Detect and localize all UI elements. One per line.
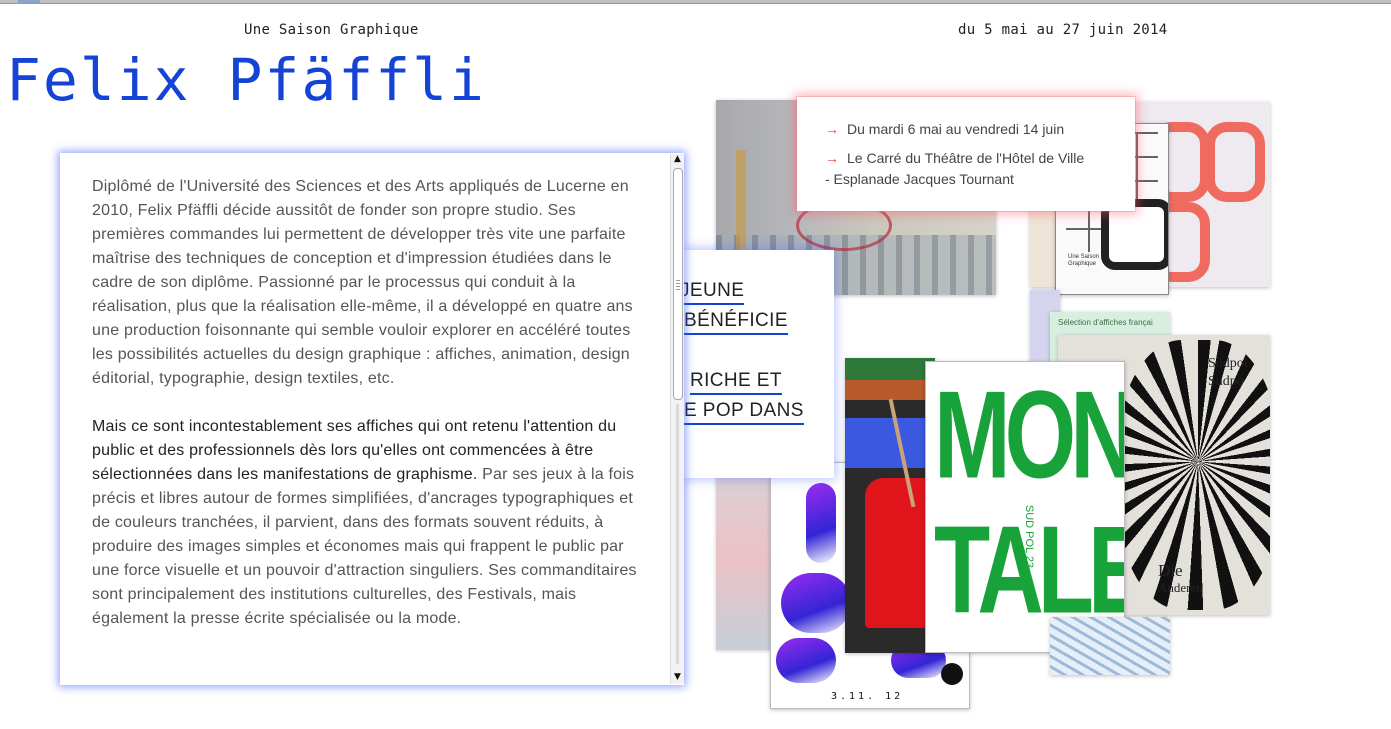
- splash-bottom-text: Die Anderen: [1158, 561, 1203, 596]
- teaser-link[interactable]: RICHE ET: [690, 370, 782, 395]
- event-dates: du 5 mai au 27 juin 2014: [958, 22, 1168, 38]
- selection-heading: Sélection d'affiches françai: [1058, 318, 1153, 327]
- article-content: Diplômé de l'Université des Sciences et …: [92, 175, 640, 655]
- scroll-up-icon[interactable]: ▲: [671, 154, 684, 164]
- resize-grip-icon[interactable]: [676, 280, 680, 290]
- page-title: Felix Pfäffli: [6, 46, 486, 114]
- browser-top-edge: [0, 0, 1391, 4]
- splash-die: Die: [1158, 561, 1183, 580]
- article-paragraph-2-rest: Par ses jeux à la fois précis et libres …: [92, 466, 637, 627]
- purple-footer: 3.11. 12: [831, 691, 904, 702]
- event-info-card: → Du mardi 6 mai au vendredi 14 juin → Le …: [797, 97, 1135, 211]
- splash-text: Südpol Sudpo: [1208, 356, 1248, 389]
- burger-lettuce: [845, 358, 935, 380]
- info-venue-address: - Esplanade Jacques Tournant: [825, 171, 1014, 187]
- purple-blob: [781, 573, 851, 633]
- info-dates-text: Du mardi 6 mai au vendredi 14 juin: [847, 121, 1065, 137]
- bw-caption: Une Saison Graphique: [1068, 254, 1100, 267]
- article-paragraph-1: Diplômé de l'Université des Sciences et …: [92, 178, 633, 387]
- burger-bun: [845, 380, 935, 400]
- scroll-down-icon[interactable]: ▼: [671, 672, 684, 682]
- poster-burger[interactable]: [845, 358, 935, 653]
- poster-blue-strip[interactable]: [1050, 617, 1170, 675]
- event-subtitle: Une Saison Graphique: [244, 22, 419, 38]
- purple-blob: [806, 483, 836, 563]
- info-venue-text: Le Carré du Théâtre de l'Hôtel de Ville: [847, 150, 1085, 166]
- teaser-link[interactable]: E POP DANS: [684, 400, 804, 425]
- scrollbar-track[interactable]: [676, 404, 679, 664]
- tab-indicator: [18, 0, 40, 3]
- teaser-card: JEUNE BÉNÉFICIE RICHE ET E POP DANS: [684, 250, 834, 478]
- arrow-icon: →: [825, 150, 839, 166]
- black-dot: [941, 663, 963, 685]
- article-paragraph-2: Mais ce sont incontestablement ses affic…: [92, 415, 640, 631]
- mono-tales-text: MONO TALES: [934, 366, 1125, 640]
- poster-mono-tales[interactable]: MONO TALES SUD POL 23.: [925, 361, 1125, 653]
- pink-o-shape: [1205, 122, 1265, 202]
- mono-small-text: SUD POL 23.: [1023, 504, 1036, 572]
- info-line-dates: → Du mardi 6 mai au vendredi 14 juin: [825, 121, 1064, 137]
- article-panel: Diplômé de l'Université des Sciences et …: [60, 153, 684, 685]
- article-scrollbar[interactable]: ▲ ▼: [670, 154, 684, 684]
- teaser-link[interactable]: JEUNE: [684, 280, 745, 305]
- purple-blob: [776, 638, 836, 683]
- arrow-icon: →: [825, 121, 839, 137]
- info-line-venue: → Le Carré du Théâtre de l'Hôtel de Ville: [825, 150, 1084, 166]
- burger-blue: [845, 418, 935, 468]
- splash-anderen: Anderen: [1158, 580, 1203, 595]
- teaser-link[interactable]: BÉNÉFICIE: [684, 310, 788, 335]
